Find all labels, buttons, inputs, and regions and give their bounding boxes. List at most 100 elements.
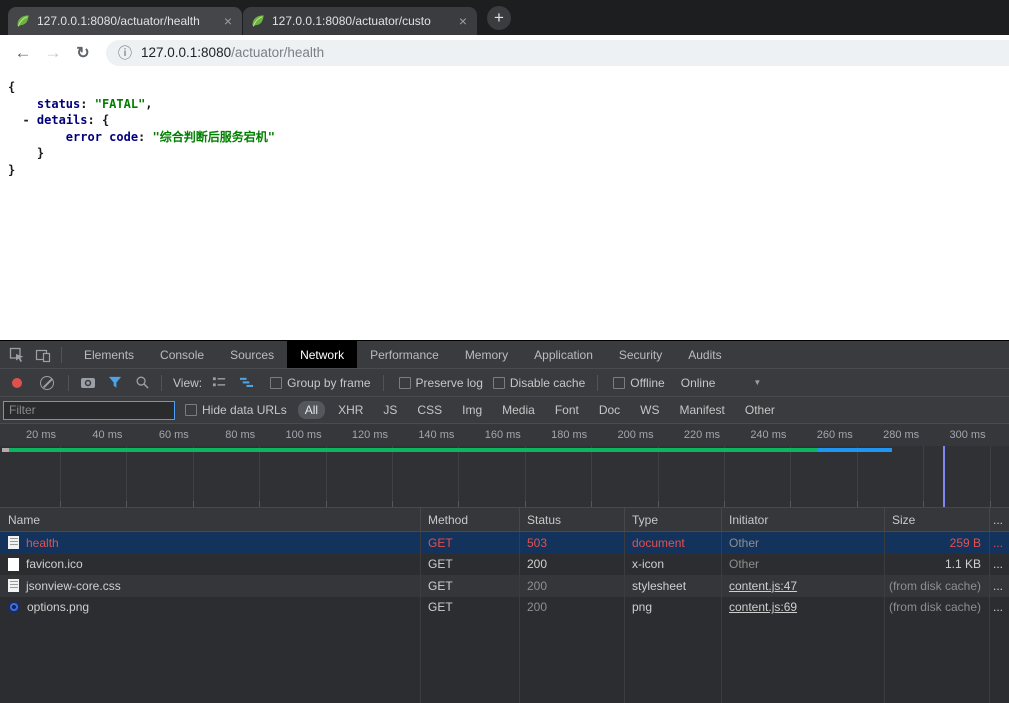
devtools-tab[interactable]: Elements bbox=[71, 341, 147, 368]
devtools-tab[interactable]: Audits bbox=[675, 341, 734, 368]
inspect-element-icon[interactable] bbox=[4, 342, 30, 368]
browser-tabs: 127.0.0.1:8080/actuator/health × 127.0.0… bbox=[8, 7, 478, 35]
type-filter-pill[interactable]: Other bbox=[738, 401, 782, 419]
type-filter-pill[interactable]: JS bbox=[376, 401, 404, 419]
type-filter-pill[interactable]: Media bbox=[495, 401, 542, 419]
overview-gridline bbox=[724, 446, 725, 507]
tab-close-icon[interactable]: × bbox=[457, 14, 469, 28]
overview-queueing-bar bbox=[2, 448, 9, 452]
column-header-status[interactable]: Status bbox=[520, 508, 625, 531]
devtools-tab[interactable]: Console bbox=[147, 341, 217, 368]
request-size: 1.1 KB bbox=[885, 554, 990, 576]
filter-input[interactable] bbox=[3, 401, 175, 420]
request-method: GET bbox=[421, 554, 520, 576]
view-label: View: bbox=[173, 376, 202, 390]
search-icon[interactable] bbox=[129, 375, 156, 390]
overview-gridline bbox=[990, 446, 991, 507]
request-rows-list-icon[interactable] bbox=[206, 375, 233, 390]
devtools-tab[interactable]: Sources bbox=[217, 341, 287, 368]
devtools-tab[interactable]: Security bbox=[606, 341, 675, 368]
preserve-log-checkbox[interactable] bbox=[399, 377, 411, 389]
json-viewer: { status: "FATAL", - details: { error co… bbox=[0, 70, 1009, 178]
request-initiator[interactable]: content.js:47 bbox=[722, 575, 885, 597]
column-header-name[interactable]: Name bbox=[0, 508, 421, 531]
network-request-row[interactable]: favicon.ico GET 200 x-icon Other 1.1 KB … bbox=[0, 554, 1009, 576]
request-name: health bbox=[26, 536, 59, 550]
request-initiator[interactable]: Other bbox=[722, 554, 885, 576]
network-overview[interactable] bbox=[0, 446, 1009, 508]
reload-button[interactable]: ↻ bbox=[68, 43, 98, 63]
back-button[interactable]: ← bbox=[8, 43, 38, 63]
type-filter-pill[interactable]: Manifest bbox=[673, 401, 732, 419]
overview-tick-stub bbox=[326, 501, 327, 507]
network-filter-bar: Hide data URLs AllXHRJSCSSImgMediaFontDo… bbox=[0, 397, 1009, 424]
network-request-row[interactable]: health GET 503 document Other 259 B ... bbox=[0, 532, 1009, 554]
column-header-size[interactable]: Size bbox=[885, 508, 990, 531]
json-punctuation bbox=[30, 113, 37, 127]
type-filter-pill[interactable]: Img bbox=[455, 401, 489, 419]
column-header-initiator[interactable]: Initiator bbox=[722, 508, 885, 531]
throttling-select[interactable]: Online bbox=[681, 376, 716, 390]
forward-button[interactable]: → bbox=[38, 43, 68, 63]
tab-close-icon[interactable]: × bbox=[222, 14, 234, 28]
file-type-icon bbox=[8, 601, 20, 613]
overview-gridline bbox=[60, 446, 61, 507]
request-size: (from disk cache) bbox=[885, 597, 990, 619]
type-filter-pill[interactable]: XHR bbox=[331, 401, 370, 419]
json-punctuation bbox=[8, 130, 66, 144]
devtools-tab[interactable]: Application bbox=[521, 341, 606, 368]
type-filter-pill[interactable]: WS bbox=[633, 401, 666, 419]
type-filter-pill[interactable]: CSS bbox=[410, 401, 449, 419]
spring-leaf-favicon bbox=[251, 14, 265, 28]
device-toolbar-icon[interactable] bbox=[30, 342, 56, 368]
offline-checkbox[interactable] bbox=[613, 377, 625, 389]
overview-tick-stub bbox=[126, 501, 127, 507]
disable-cache-label: Disable cache bbox=[510, 376, 585, 390]
ruler-tick-label: 40 ms bbox=[60, 429, 122, 441]
browser-tab[interactable]: 127.0.0.1:8080/actuator/custo × bbox=[243, 7, 477, 35]
column-header-type[interactable]: Type bbox=[625, 508, 722, 531]
browser-tab[interactable]: 127.0.0.1:8080/actuator/health × bbox=[8, 7, 242, 35]
plus-icon: + bbox=[494, 8, 504, 28]
request-name: jsonview-core.css bbox=[26, 579, 121, 593]
tab-title: 127.0.0.1:8080/actuator/health bbox=[37, 14, 215, 28]
devtools-tab[interactable]: Network bbox=[287, 341, 357, 368]
type-filter-pill[interactable]: Doc bbox=[592, 401, 627, 419]
record-icon[interactable] bbox=[12, 378, 22, 388]
tab-title: 127.0.0.1:8080/actuator/custo bbox=[272, 14, 450, 28]
hide-data-urls-checkbox[interactable] bbox=[185, 404, 197, 416]
devtools-tab[interactable]: Memory bbox=[452, 341, 521, 368]
group-by-frame-checkbox[interactable] bbox=[270, 377, 282, 389]
request-initiator[interactable]: content.js:69 bbox=[722, 597, 885, 619]
request-initiator[interactable]: Other bbox=[722, 532, 885, 554]
json-key: status bbox=[37, 97, 80, 111]
json-punctuation: , bbox=[145, 97, 152, 111]
overview-waterfall-icon[interactable] bbox=[233, 375, 260, 390]
divider bbox=[61, 347, 62, 363]
requests-table-header: Name Method Status Type Initiator Size .… bbox=[0, 508, 1009, 532]
column-header-method[interactable]: Method bbox=[421, 508, 520, 531]
overview-tick-stub bbox=[458, 501, 459, 507]
request-name-cell: options.png bbox=[0, 597, 421, 619]
address-bar[interactable]: ⓘ 127.0.0.1:8080/actuator/health bbox=[106, 40, 1009, 66]
overview-green-bar bbox=[9, 448, 817, 452]
new-tab-button[interactable]: + bbox=[487, 6, 511, 30]
devtools-tab[interactable]: Performance bbox=[357, 341, 452, 368]
capture-screenshots-icon[interactable] bbox=[74, 375, 102, 391]
json-collapse-toggle[interactable]: - bbox=[22, 113, 29, 127]
url-path: /actuator/health bbox=[231, 45, 324, 60]
column-header-waterfall[interactable]: ... bbox=[990, 508, 1009, 531]
clear-icon[interactable] bbox=[40, 376, 54, 390]
filter-funnel-icon[interactable] bbox=[102, 375, 129, 390]
network-request-row[interactable]: jsonview-core.css GET 200 stylesheet con… bbox=[0, 575, 1009, 597]
request-method: GET bbox=[421, 575, 520, 597]
type-filter-pill[interactable]: All bbox=[298, 401, 325, 419]
type-filter-pill[interactable]: Font bbox=[548, 401, 586, 419]
overview-tick-stub bbox=[857, 501, 858, 507]
overview-tick-stub bbox=[60, 501, 61, 507]
overview-gridline bbox=[259, 446, 260, 507]
network-request-row[interactable]: options.png GET 200 png content.js:69 (f… bbox=[0, 597, 1009, 619]
info-icon[interactable]: ⓘ bbox=[118, 43, 132, 63]
request-type: png bbox=[625, 597, 722, 619]
disable-cache-checkbox[interactable] bbox=[493, 377, 505, 389]
